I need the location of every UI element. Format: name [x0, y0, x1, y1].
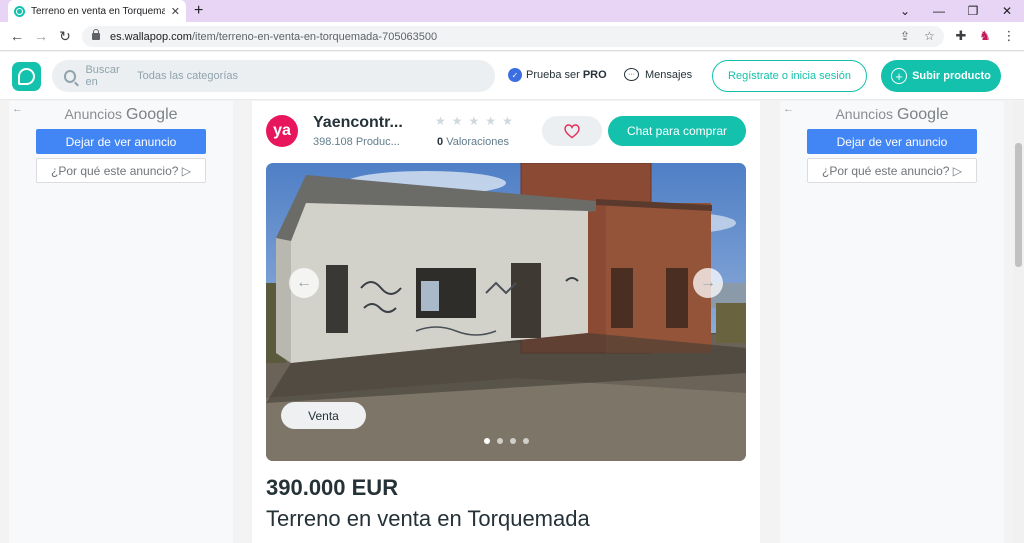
why-this-ad-button[interactable]: ¿Por qué este anuncio? ▷ [36, 158, 206, 183]
sale-badge: Venta [281, 402, 366, 429]
product-card: ya Yaencontr... 398.108 Produc... ★ ★ ★ … [252, 101, 760, 543]
back-arrow-icon[interactable]: ← [8, 27, 26, 45]
upload-label: Subir producto [912, 70, 991, 82]
scrollbar-thumb[interactable] [1015, 143, 1022, 267]
pro-badge-icon: ✓ [508, 68, 522, 82]
tab-close-icon[interactable]: ✕ [171, 5, 180, 18]
stop-seeing-ad-button[interactable]: Dejar de ver anuncio [36, 129, 206, 154]
profile-icon[interactable]: ♞ [976, 27, 994, 45]
search-input[interactable] [137, 70, 495, 82]
carousel-dot[interactable] [509, 438, 516, 444]
heart-icon [564, 124, 580, 139]
minimize-button[interactable]: — [922, 0, 956, 22]
favorite-button[interactable] [542, 116, 602, 146]
url-domain: es.wallapop.com [110, 30, 192, 43]
search-prefix: Buscar en [85, 64, 120, 88]
bookmark-star-icon[interactable]: ☆ [924, 26, 935, 47]
restore-button[interactable]: ❐ [956, 0, 990, 22]
star-icon: ★ [502, 114, 513, 128]
ratings-label: Valoraciones [446, 136, 509, 148]
messages-link[interactable]: ··· Mensajes [624, 68, 692, 81]
tab-search-icon[interactable]: ⌄ [888, 0, 922, 22]
wallapop-logo-icon[interactable] [12, 62, 41, 91]
search-icon [64, 69, 77, 83]
wallapop-favicon-icon [14, 5, 25, 17]
lock-icon [92, 29, 100, 40]
chat-to-buy-button[interactable]: Chat para comprar [608, 116, 746, 146]
try-pro-link[interactable]: ✓ Prueba ser PRO [508, 68, 607, 82]
forward-arrow-icon[interactable]: → [32, 27, 50, 45]
ads-by-google-label: Anuncios Google [9, 106, 233, 124]
carousel-dots [266, 438, 746, 444]
ads-label-prefix: Anuncios [835, 106, 894, 122]
upload-product-button[interactable]: + Subir producto [881, 60, 1001, 92]
star-icon: ★ [451, 114, 463, 128]
browser-tab[interactable]: Terreno en venta en Torquemada ✕ [8, 0, 186, 22]
ratings-count: 0 Valoraciones [437, 136, 509, 148]
plus-icon: + [891, 68, 908, 84]
product-price: 390.000 EUR [266, 475, 399, 500]
site-header: Buscar en ✓ Prueba ser PRO ··· Mensajes … [0, 52, 1024, 100]
chat-bubble-icon: ··· [624, 68, 639, 81]
tab-title: Terreno en venta en Torquemada [31, 5, 165, 17]
product-title: Terreno en venta en Torquemada [266, 506, 590, 531]
seller-avatar[interactable]: ya [266, 115, 298, 147]
stop-seeing-ad-button[interactable]: Dejar de ver anuncio [807, 129, 977, 154]
pro-label: Prueba ser [526, 69, 580, 81]
previous-image-arrow-icon[interactable]: ← [289, 268, 319, 298]
page-scrollbar[interactable] [1013, 101, 1024, 543]
seller-products-count: 398.108 Produc... [313, 136, 400, 148]
extensions-puzzle-icon[interactable]: ✚ [952, 27, 970, 45]
seller-name[interactable]: Yaencontr... [313, 114, 403, 132]
messages-label: Mensajes [645, 68, 693, 81]
next-image-arrow-icon[interactable]: → [693, 268, 723, 298]
browser-menu-icon[interactable]: ⋮ [1000, 27, 1018, 45]
product-image-carousel[interactable]: ← → Venta [266, 163, 746, 461]
address-bar[interactable]: es.wallapop.com/item/terreno-en-venta-en… [82, 26, 944, 47]
ads-label-brand: Google [896, 106, 949, 123]
ad-panel-right: ← Anuncios Google Dejar de ver anuncio ¿… [780, 101, 1004, 543]
share-icon[interactable]: ⇪ [900, 26, 910, 47]
pro-bold-label: PRO [582, 69, 607, 81]
ads-label-prefix: Anuncios [64, 106, 123, 122]
reload-icon[interactable]: ↻ [56, 27, 74, 45]
ad-panel-left: ← Anuncios Google Dejar de ver anuncio ¿… [9, 101, 233, 543]
star-icon: ★ [485, 114, 497, 128]
carousel-dot[interactable] [483, 438, 490, 444]
url-text: es.wallapop.com/item/terreno-en-venta-en… [110, 31, 437, 43]
search-bar[interactable]: Buscar en [52, 60, 495, 92]
browser-toolbar: ← → ↻ es.wallapop.com/item/terreno-en-ve… [0, 22, 1024, 51]
carousel-dot[interactable] [496, 438, 503, 444]
star-icon: ★ [468, 114, 480, 128]
rating-stars: ★ ★ ★ ★ ★ [435, 114, 513, 128]
url-path: /item/terreno-en-venta-en-torquemada-705… [191, 30, 438, 43]
new-tab-button[interactable]: + [194, 2, 203, 20]
ads-by-google-label: Anuncios Google [780, 106, 1004, 124]
star-icon: ★ [435, 114, 446, 128]
close-window-button[interactable]: ✕ [990, 0, 1024, 22]
carousel-dot[interactable] [522, 438, 529, 444]
ads-label-brand: Google [125, 106, 178, 123]
browser-tabstrip: Terreno en venta en Torquemada ✕ + ⌄ — ❐… [0, 0, 1024, 22]
why-this-ad-button[interactable]: ¿Por qué este anuncio? ▷ [807, 158, 977, 183]
login-button[interactable]: Regístrate o inicia sesión [712, 60, 867, 92]
ratings-number: 0 [437, 136, 444, 148]
